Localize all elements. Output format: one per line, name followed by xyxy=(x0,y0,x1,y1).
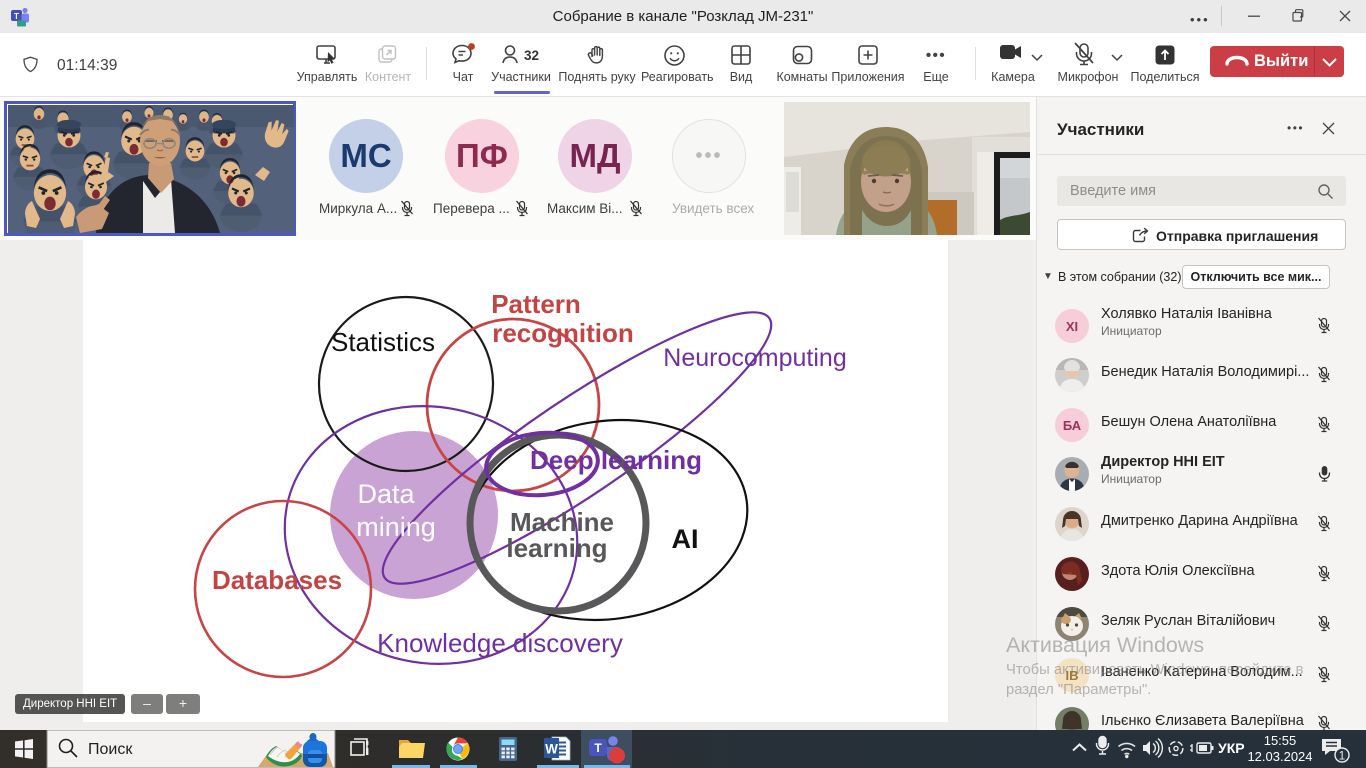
svg-text:AI: AI xyxy=(672,524,699,554)
svg-text:Statistics: Statistics xyxy=(331,327,435,357)
svg-text:Deep learning: Deep learning xyxy=(530,445,702,475)
svg-text:УКР: УКР xyxy=(1218,740,1245,756)
svg-text:learning: learning xyxy=(506,533,607,563)
svg-text:1: 1 xyxy=(1339,750,1345,762)
svg-text:mining: mining xyxy=(356,512,436,542)
svg-text:Knowledge discovery: Knowledge discovery xyxy=(377,628,623,658)
svg-text:32: 32 xyxy=(524,48,539,63)
svg-text:Data: Data xyxy=(357,479,415,509)
svg-text:Pattern: Pattern xyxy=(491,289,581,319)
svg-text:15:55: 15:55 xyxy=(1264,733,1297,748)
svg-text:Neurocomputing: Neurocomputing xyxy=(663,344,846,372)
svg-text:T: T xyxy=(594,741,602,755)
svg-text:Databases: Databases xyxy=(212,565,342,595)
svg-text:12.03.2024: 12.03.2024 xyxy=(1247,749,1312,764)
svg-text:Поиск: Поиск xyxy=(88,741,133,758)
svg-text:recognition: recognition xyxy=(492,318,634,348)
svg-text:W: W xyxy=(545,742,558,757)
